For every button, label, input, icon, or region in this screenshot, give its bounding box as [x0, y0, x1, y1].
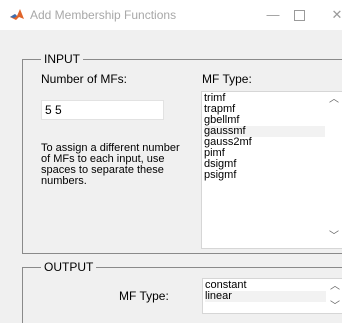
list-item-linear[interactable]: linear	[205, 291, 326, 302]
chevron-up-icon[interactable]: ︿	[330, 282, 340, 292]
chevron-down-icon[interactable]: ﹀	[330, 302, 340, 312]
input-mf-type-list[interactable]: trimf trapmf gbellmf gaussmf gauss2mf pimf dsi…	[201, 91, 342, 249]
window-title: Add Membership Functions	[30, 8, 177, 22]
maximize-icon	[294, 10, 305, 21]
output-panel-title: OUTPUT	[41, 260, 97, 274]
num-mfs-help-text: To assign a different number of MFs to e…	[41, 142, 180, 187]
output-panel: OUTPUT MF Type: constant linear ︿ ﹀	[22, 260, 342, 323]
chevron-up-icon[interactable]: ︿	[329, 95, 339, 105]
num-mfs-input[interactable]: 5 5	[41, 100, 164, 120]
title-bar: Add Membership Functions — ✕	[0, 0, 342, 30]
output-mf-type-label: MF Type:	[119, 289, 169, 303]
input-panel-title: INPUT	[41, 52, 83, 66]
chevron-down-icon[interactable]: ﹀	[329, 232, 339, 242]
num-mfs-label: Number of MFs:	[41, 72, 128, 86]
close-button[interactable]: ✕	[322, 0, 342, 30]
input-panel: INPUT Number of MFs: MF Type: 5 5 To ass…	[22, 52, 342, 254]
input-mf-type-items: trimf trapmf gbellmf gaussmf gauss2mf pimf dsi…	[204, 93, 325, 181]
matlab-icon	[10, 9, 24, 20]
output-mf-type-items: constant linear	[205, 280, 326, 302]
input-mf-type-label: MF Type:	[202, 72, 252, 86]
maximize-button[interactable]	[284, 0, 314, 30]
list-item-psigmf[interactable]: psigmf	[204, 170, 325, 181]
output-mf-type-list[interactable]: constant linear ︿ ﹀	[202, 278, 342, 314]
